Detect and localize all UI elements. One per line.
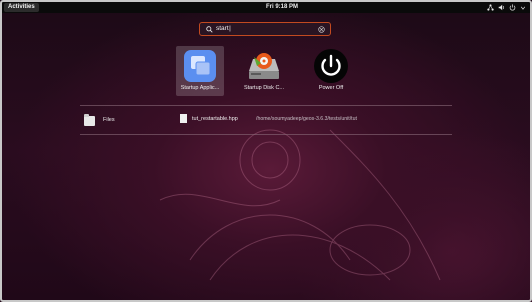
wallpaper-swirl-decoration	[159, 129, 441, 281]
document-icon	[180, 114, 187, 123]
files-icon[interactable]	[84, 114, 95, 126]
results-divider-top	[80, 105, 452, 106]
activities-button[interactable]: Activities	[4, 3, 39, 12]
power-off-icon	[314, 49, 348, 83]
app-startup-applications[interactable]: Startup Applic...	[176, 46, 224, 96]
file-result-path[interactable]: /home/soumyadeep/geos-3.6.3/tests/unit/t…	[256, 114, 357, 124]
app-label: Power Off	[318, 85, 344, 91]
clear-icon[interactable]	[318, 26, 325, 33]
app-startup-disk-creator[interactable]: Startup Disk C...	[240, 46, 288, 96]
results-divider-bottom	[80, 134, 452, 135]
files-provider-label[interactable]: Files	[103, 115, 115, 125]
search-icon	[206, 26, 213, 33]
volume-icon	[498, 4, 505, 11]
app-power-off[interactable]: Power Off	[307, 46, 355, 96]
clock[interactable]: Fri 9:18 PM	[252, 2, 312, 13]
file-result-name[interactable]: tut_restartable.hpp	[192, 114, 238, 124]
startup-applications-icon	[184, 50, 216, 82]
search-input[interactable]: start	[216, 23, 231, 35]
search-field[interactable]: start	[199, 22, 331, 36]
chevron-down-icon	[520, 6, 526, 10]
top-bar: Activities Fri 9:18 PM	[2, 2, 530, 13]
app-label: Startup Disk C...	[243, 85, 285, 91]
files-search-results: Files tut_restartable.hpp /home/soumyade…	[80, 110, 452, 132]
system-tray[interactable]	[487, 3, 526, 12]
power-icon	[509, 4, 516, 11]
app-label: Startup Applic...	[180, 85, 220, 91]
network-icon	[487, 4, 494, 11]
startup-disk-creator-icon	[249, 53, 279, 79]
